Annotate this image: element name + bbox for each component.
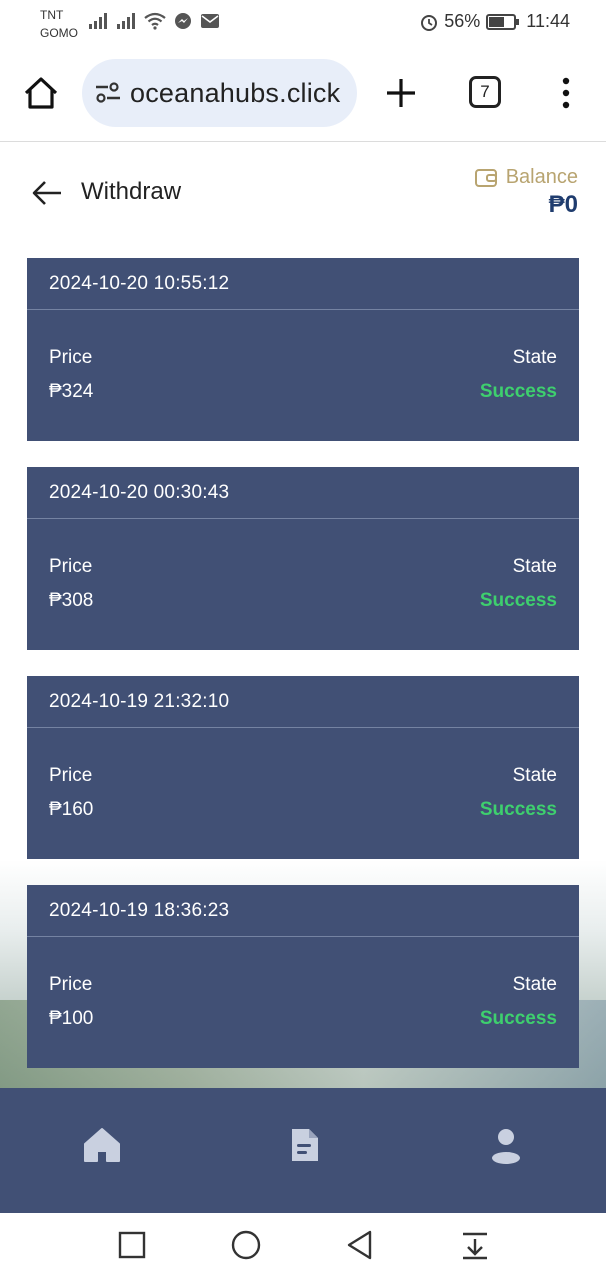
more-menu-icon[interactable] bbox=[558, 76, 574, 110]
state-value: Success bbox=[479, 590, 557, 611]
price-value: ₱324 bbox=[49, 381, 94, 402]
state-value: Success bbox=[479, 799, 557, 820]
back-arrow-icon[interactable] bbox=[30, 176, 64, 210]
carrier-name: TNT GOMO bbox=[40, 8, 78, 40]
tab-switcher-button[interactable]: 7 bbox=[469, 76, 501, 108]
price-label: Price bbox=[49, 974, 93, 995]
status-icons-right: 56% 11:44 bbox=[420, 11, 570, 32]
messenger-icon bbox=[175, 13, 191, 29]
address-bar[interactable]: oceanahubs.click bbox=[82, 59, 357, 127]
page-title: Withdraw bbox=[81, 178, 182, 205]
new-tab-icon[interactable] bbox=[384, 76, 418, 110]
mail-icon bbox=[201, 14, 219, 28]
record-datetime: 2024-10-19 18:36:23 bbox=[27, 885, 579, 937]
home-circle-icon[interactable] bbox=[230, 1229, 262, 1261]
balance-value: ₱0 bbox=[548, 191, 578, 218]
bottom-tab-bar bbox=[0, 1088, 606, 1213]
price-label: Price bbox=[49, 765, 93, 786]
battery-icon bbox=[486, 13, 520, 30]
state-label: State bbox=[512, 974, 557, 995]
wifi-icon bbox=[144, 12, 166, 30]
status-bar: TNT GOMO 56% 11:44 bbox=[0, 0, 606, 46]
withdraw-record: 2024-10-20 10:55:12 Price ₱324 State Suc… bbox=[27, 258, 579, 441]
state-value: Success bbox=[479, 381, 557, 402]
document-icon[interactable] bbox=[285, 1125, 325, 1165]
home-icon[interactable] bbox=[22, 74, 60, 112]
alarm-icon bbox=[421, 14, 438, 31]
withdraw-record-list: 2024-10-20 10:55:12 Price ₱324 State Suc… bbox=[27, 258, 579, 1094]
record-datetime: 2024-10-20 10:55:12 bbox=[27, 258, 579, 310]
withdraw-record: 2024-10-19 21:32:10 Price ₱160 State Suc… bbox=[27, 676, 579, 859]
signal-icon-2 bbox=[117, 13, 135, 29]
home-icon[interactable] bbox=[82, 1125, 122, 1165]
withdraw-record: 2024-10-20 00:30:43 Price ₱308 State Suc… bbox=[27, 467, 579, 650]
withdraw-record: 2024-10-19 18:36:23 Price ₱100 State Suc… bbox=[27, 885, 579, 1068]
status-icons-left bbox=[88, 12, 220, 30]
state-label: State bbox=[512, 765, 557, 786]
user-icon[interactable] bbox=[486, 1125, 526, 1165]
price-label: Price bbox=[49, 556, 93, 577]
price-label: Price bbox=[49, 347, 93, 368]
wallet-icon bbox=[474, 168, 497, 187]
record-datetime: 2024-10-20 00:30:43 bbox=[27, 467, 579, 519]
record-datetime: 2024-10-19 21:32:10 bbox=[27, 676, 579, 728]
state-label: State bbox=[512, 556, 557, 577]
url-text: oceanahubs.click bbox=[130, 78, 341, 108]
battery-percent: 56% bbox=[444, 11, 481, 31]
recent-apps-icon[interactable] bbox=[116, 1229, 148, 1261]
clock-time: 11:44 bbox=[526, 11, 570, 31]
price-value: ₱100 bbox=[49, 1008, 94, 1029]
notification-pull-icon[interactable] bbox=[459, 1229, 491, 1261]
state-value: Success bbox=[479, 1008, 557, 1029]
back-triangle-icon[interactable] bbox=[344, 1229, 376, 1261]
site-settings-icon[interactable] bbox=[94, 81, 122, 105]
system-navigation-bar bbox=[0, 1213, 606, 1280]
price-value: ₱160 bbox=[49, 799, 94, 820]
browser-toolbar: oceanahubs.click 7 bbox=[0, 46, 606, 142]
state-label: State bbox=[512, 347, 557, 368]
price-value: ₱308 bbox=[49, 590, 94, 611]
balance-label: Balance bbox=[474, 166, 578, 189]
signal-icon bbox=[89, 13, 107, 29]
